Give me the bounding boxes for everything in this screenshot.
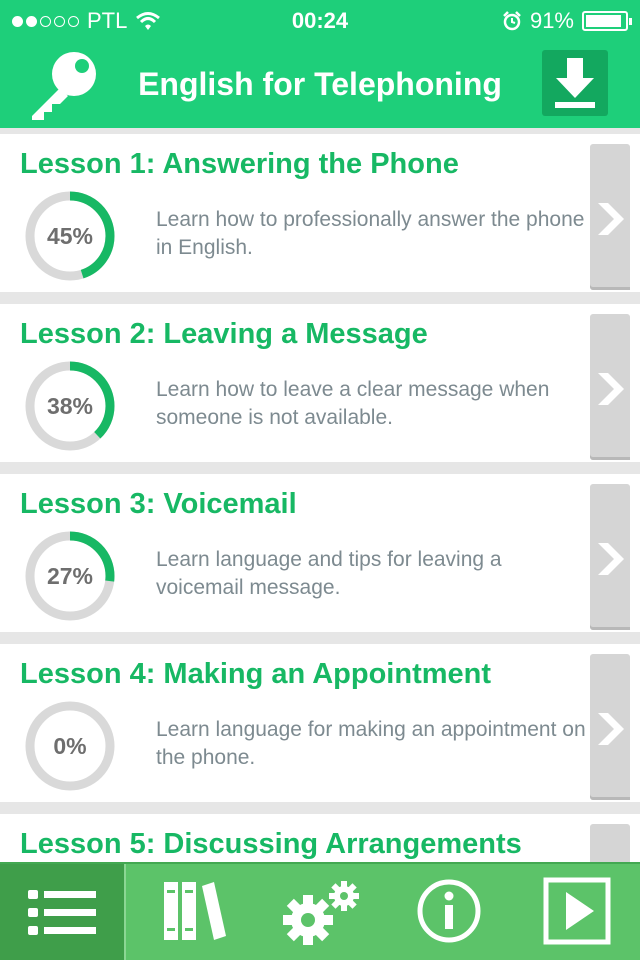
chevron-right-icon bbox=[598, 373, 624, 405]
status-bar: PTL 00:24 91% bbox=[0, 0, 640, 40]
status-right: 91% bbox=[502, 8, 632, 34]
progress-label: 27% bbox=[46, 563, 94, 589]
lesson-list[interactable]: Lesson 1: Answering the Phone 45% Learn ho… bbox=[0, 128, 640, 862]
open-lesson-button[interactable] bbox=[590, 314, 630, 460]
lesson-description: Learn how to professionally answer the p… bbox=[156, 208, 585, 259]
lesson-card[interactable]: Lesson 4: Making an Appointment 0% Learn l… bbox=[0, 644, 640, 802]
lesson-title: Lesson 5: Discussing Arrangements bbox=[20, 828, 522, 860]
open-lesson-button[interactable] bbox=[590, 654, 630, 800]
open-lesson-button[interactable] bbox=[590, 484, 630, 630]
app-header: English for Telephoning bbox=[0, 40, 640, 128]
lesson-card[interactable]: Lesson 2: Leaving a Message 38% Learn how … bbox=[0, 304, 640, 462]
alarm-icon bbox=[503, 11, 521, 31]
lesson-title: Lesson 4: Making an Appointment bbox=[20, 658, 492, 690]
books-icon bbox=[164, 882, 226, 940]
lesson-title: Lesson 3: Voicemail bbox=[20, 488, 297, 520]
lesson-card[interactable]: Lesson 1: Answering the Phone 45% Learn ho… bbox=[0, 134, 640, 292]
lesson-description: Learn language and tips for leaving a vo… bbox=[156, 548, 502, 599]
battery-percent: 91% bbox=[529, 8, 574, 33]
settings-tab[interactable] bbox=[256, 864, 384, 960]
list-icon bbox=[28, 890, 96, 935]
open-lesson-button[interactable] bbox=[590, 144, 630, 290]
info-tab[interactable] bbox=[384, 864, 512, 960]
page-title: English for Telephoning bbox=[138, 66, 502, 102]
play-tab[interactable] bbox=[512, 864, 640, 960]
lesson-description: Learn how to leave a clear message when … bbox=[156, 378, 550, 429]
chevron-right-icon bbox=[598, 543, 624, 575]
chevron-right-icon bbox=[598, 713, 624, 745]
bottom-toolbar bbox=[0, 862, 640, 960]
info-icon bbox=[417, 879, 481, 943]
lessons-tab[interactable] bbox=[0, 864, 126, 960]
key-icon[interactable] bbox=[26, 48, 102, 120]
battery-icon bbox=[582, 11, 632, 31]
lesson-description: Learn language for making an appointment… bbox=[156, 718, 586, 769]
library-tab[interactable] bbox=[128, 864, 256, 960]
play-icon bbox=[543, 877, 611, 945]
open-lesson-button[interactable] bbox=[590, 824, 630, 862]
lesson-card[interactable]: Lesson 5: Discussing Arrangements bbox=[0, 814, 640, 862]
download-icon bbox=[555, 58, 595, 108]
progress-label: 0% bbox=[53, 733, 87, 759]
gears-icon bbox=[283, 881, 359, 945]
download-button[interactable] bbox=[542, 50, 608, 116]
chevron-right-icon bbox=[598, 203, 624, 235]
lesson-title: Lesson 1: Answering the Phone bbox=[20, 148, 459, 180]
progress-label: 38% bbox=[46, 393, 94, 419]
lesson-card[interactable]: Lesson 3: Voicemail 27% Learn language and… bbox=[0, 474, 640, 632]
lesson-title: Lesson 2: Leaving a Message bbox=[20, 318, 428, 350]
progress-label: 45% bbox=[46, 223, 94, 249]
